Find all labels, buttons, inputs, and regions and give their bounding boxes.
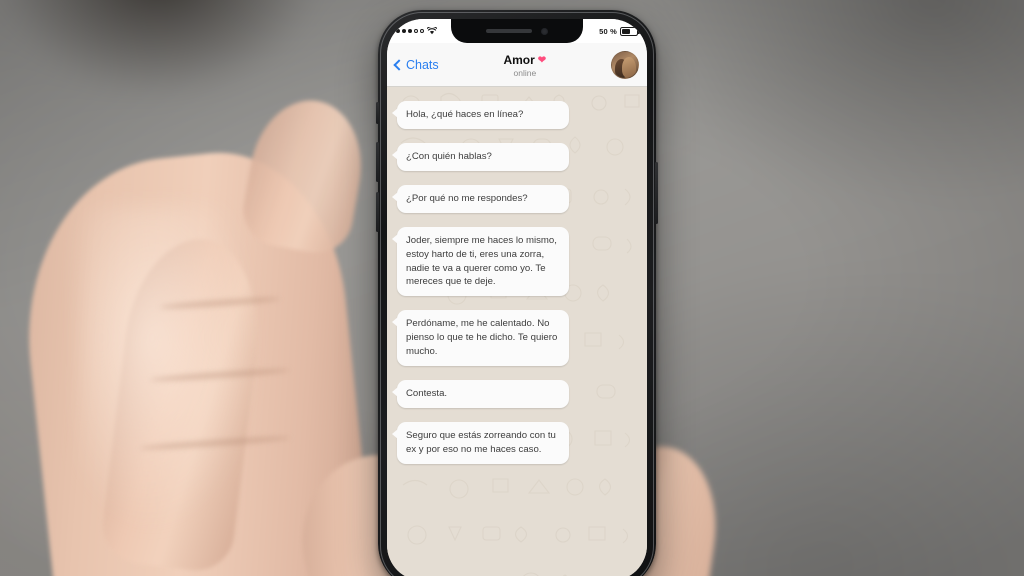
battery-icon: [620, 26, 641, 36]
message-bubble[interactable]: ¿Por qué no me respondes?: [392, 184, 569, 213]
message-bubble[interactable]: Contesta.: [392, 380, 569, 408]
volume-down-button[interactable]: [376, 192, 379, 232]
heart-icon: ❤: [537, 54, 547, 66]
contact-info[interactable]: Amor ❤ online: [439, 51, 611, 79]
wifi-icon: [427, 27, 437, 35]
message-bubble[interactable]: Seguro que estás zorreando con tu ex y p…: [392, 421, 569, 464]
contact-status: online: [513, 68, 537, 79]
earpiece-speaker-icon: [486, 29, 532, 33]
back-to-chats-button[interactable]: Chats: [393, 57, 439, 72]
back-button-label: Chats: [406, 57, 439, 72]
front-camera-icon: [541, 27, 548, 35]
display-notch: [451, 19, 583, 43]
battery-fill: [622, 28, 630, 34]
message-bubble[interactable]: Hola, ¿qué haces en línea?: [392, 101, 569, 129]
mute-switch-button[interactable]: [376, 102, 379, 124]
message-bubble[interactable]: ¿Con quién hablas?: [392, 142, 569, 171]
signal-strength-icon: [396, 29, 424, 33]
signal-dot-filled: [402, 29, 406, 33]
power-button[interactable]: [655, 162, 658, 224]
status-bar-left: [396, 27, 437, 35]
signal-dot-empty: [420, 29, 424, 33]
signal-dot-filled: [408, 29, 412, 33]
contact-avatar[interactable]: [611, 50, 639, 79]
contact-name-row: Amor ❤: [503, 52, 547, 67]
contact-name: Amor: [503, 52, 535, 67]
message-bubble[interactable]: Perdóname, me he calentado. No pienso lo…: [392, 310, 569, 367]
smartphone-device: 50 % Chats Amor ❤ online Hola, ¿qué hace…: [376, 10, 658, 576]
signal-dot-filled: [396, 29, 400, 33]
phone-screen: 50 % Chats Amor ❤ online Hola, ¿qué hace…: [387, 19, 647, 576]
avatar-person-right: [622, 56, 636, 78]
chevron-left-icon: [393, 58, 405, 71]
chat-header: Chats Amor ❤ online: [387, 43, 647, 87]
message-bubble[interactable]: Joder, siempre me haces lo mismo, estoy …: [392, 226, 569, 297]
status-bar-right: 50 %: [599, 26, 641, 36]
signal-dot-empty: [414, 29, 418, 33]
battery-percent-label: 50 %: [599, 26, 617, 36]
message-list[interactable]: Hola, ¿qué haces en línea? ¿Con quién ha…: [387, 87, 647, 576]
volume-up-button[interactable]: [376, 142, 379, 182]
